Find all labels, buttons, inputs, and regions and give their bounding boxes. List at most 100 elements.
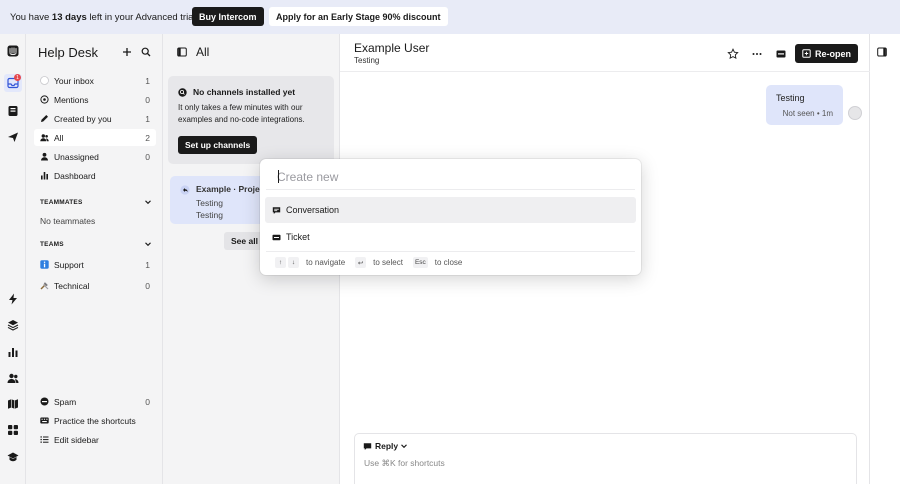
sidebar-item-count: 1 <box>145 113 150 124</box>
practice-shortcuts-link[interactable]: Practice the shortcuts <box>34 412 156 429</box>
sidebar-item-label: Dashboard <box>54 170 96 181</box>
search-icon[interactable] <box>141 47 151 57</box>
card-body: It only takes a few minutes with our exa… <box>178 103 305 124</box>
option-label: Ticket <box>286 232 310 242</box>
contact-name[interactable]: Example User <box>354 41 429 55</box>
sidebar-item-label: Unassigned <box>54 151 99 162</box>
sidebar-item-technical[interactable]: Technical 0 <box>34 277 156 294</box>
logo-icon[interactable] <box>7 45 19 57</box>
option-ticket[interactable]: Ticket <box>265 224 636 250</box>
sidebar-item-label: Your inbox <box>54 75 94 86</box>
down-key: ↓ <box>288 257 299 268</box>
sidebar-item-created-by-you[interactable]: Created by you 1 <box>34 110 156 127</box>
reply-composer[interactable]: Reply Use ⌘K for shortcuts <box>354 433 857 484</box>
reopen-icon <box>802 49 811 58</box>
edit-sidebar-link[interactable]: Edit sidebar <box>34 431 156 448</box>
conversation-preview: Testing <box>196 198 223 208</box>
list-icon <box>40 435 49 444</box>
star-icon[interactable] <box>727 48 739 60</box>
message-bubble: Testing Not seen • 1m <box>766 85 843 125</box>
option-conversation[interactable]: Conversation <box>265 197 636 223</box>
trial-text: You have 13 days left in your Advanced t… <box>10 11 196 23</box>
reply-mode-dropdown[interactable]: Reply <box>363 441 411 451</box>
info-icon <box>40 260 49 269</box>
book-icon[interactable] <box>7 105 19 117</box>
chevron-down-icon <box>145 242 151 247</box>
esc-key: Esc <box>412 257 428 268</box>
create-new-input[interactable] <box>277 169 577 185</box>
conversation-subtitle: Testing <box>354 56 380 65</box>
bolt-icon[interactable] <box>7 293 19 305</box>
enter-key: ↩ <box>355 257 367 268</box>
ticket-icon[interactable] <box>775 48 787 60</box>
palette-divider <box>266 251 635 252</box>
learn-icon[interactable] <box>7 451 19 463</box>
teams-section-header[interactable]: TEAMS <box>40 240 152 248</box>
sidebar-item-dashboard[interactable]: Dashboard <box>34 167 156 184</box>
up-key: ↑ <box>275 257 286 268</box>
spam-icon <box>40 397 49 406</box>
sidebar-item-count: 0 <box>145 396 150 407</box>
composer-placeholder: Use ⌘K for shortcuts <box>364 458 445 468</box>
sidebar-item-unassigned[interactable]: Unassigned 0 <box>34 148 156 165</box>
header-divider <box>340 71 870 72</box>
user-icon <box>40 152 49 161</box>
reply-icon <box>180 185 190 195</box>
buy-intercom-button[interactable]: Buy Intercom <box>192 7 264 26</box>
chart-icon[interactable] <box>7 346 19 358</box>
pencil-icon <box>40 114 49 123</box>
chevron-down-icon <box>145 200 151 205</box>
palette-footer: ↑ ↓ to navigate ↩ to select Esc to close <box>275 257 472 268</box>
sidebar-item-mentions[interactable]: Mentions 0 <box>34 91 156 108</box>
sidebar-item-label: Mentions <box>54 94 89 105</box>
card-title: No channels installed yet <box>178 87 295 97</box>
select-hint: to select <box>373 258 403 267</box>
sidebar-item-all[interactable]: All 2 <box>34 129 156 146</box>
sidebar-item-count: 2 <box>145 132 150 143</box>
map-icon[interactable] <box>7 398 19 410</box>
see-all-button[interactable]: See all <box>224 232 265 250</box>
reply-label: Reply <box>375 441 399 451</box>
sidebar-item-label: Support <box>54 259 84 270</box>
send-icon[interactable] <box>7 131 19 143</box>
navigate-hint: to navigate <box>306 258 346 267</box>
sidebar-item-spam[interactable]: Spam 0 <box>34 393 156 410</box>
sidebar-toggle-icon[interactable] <box>177 47 187 57</box>
details-panel-icon[interactable] <box>877 47 887 57</box>
option-label: Conversation <box>286 205 340 215</box>
plus-icon[interactable] <box>122 47 132 57</box>
apps-icon[interactable] <box>7 424 19 436</box>
set-up-channels-button[interactable]: Set up channels <box>178 136 258 154</box>
sidebar-item-label: All <box>54 132 64 143</box>
conversation-title: Example · Project <box>196 184 268 194</box>
avatar-icon <box>40 76 49 85</box>
users-icon[interactable] <box>7 372 19 384</box>
chat-icon <box>178 87 187 97</box>
teammates-section-header[interactable]: TEAMMATES <box>40 198 152 206</box>
users-icon <box>40 133 49 142</box>
sidebar-item-label: Edit sidebar <box>54 434 99 445</box>
sidebar-title: Help Desk <box>38 45 98 60</box>
ticket-icon <box>272 234 281 240</box>
nav-rail: 1 <box>0 34 26 484</box>
sidebar-item-label: Technical <box>54 280 90 291</box>
message-meta: Not seen • 1m <box>782 109 833 118</box>
chart-icon <box>40 171 49 180</box>
close-hint: to close <box>434 258 463 267</box>
message-text: Testing <box>776 93 805 103</box>
reopen-button[interactable]: Re-open <box>795 44 858 63</box>
more-icon[interactable] <box>751 48 763 60</box>
discount-button[interactable]: Apply for an Early Stage 90% discount <box>269 7 448 26</box>
no-teammates-text: No teammates <box>40 216 96 226</box>
layers-icon[interactable] <box>7 319 19 331</box>
sidebar-item-count: 1 <box>145 259 150 270</box>
teams-heading: TEAMS <box>40 240 64 248</box>
at-icon <box>40 95 49 104</box>
text-caret <box>278 170 279 183</box>
trial-banner: You have 13 days left in your Advanced t… <box>0 0 900 34</box>
sidebar-item-support[interactable]: Support 1 <box>34 256 156 273</box>
sidebar-item-your-inbox[interactable]: Your inbox 1 <box>34 72 156 89</box>
sidebar-item-label: Practice the shortcuts <box>54 415 136 426</box>
keyboard-icon <box>40 416 49 425</box>
sidebar-item-count: 0 <box>145 280 150 291</box>
